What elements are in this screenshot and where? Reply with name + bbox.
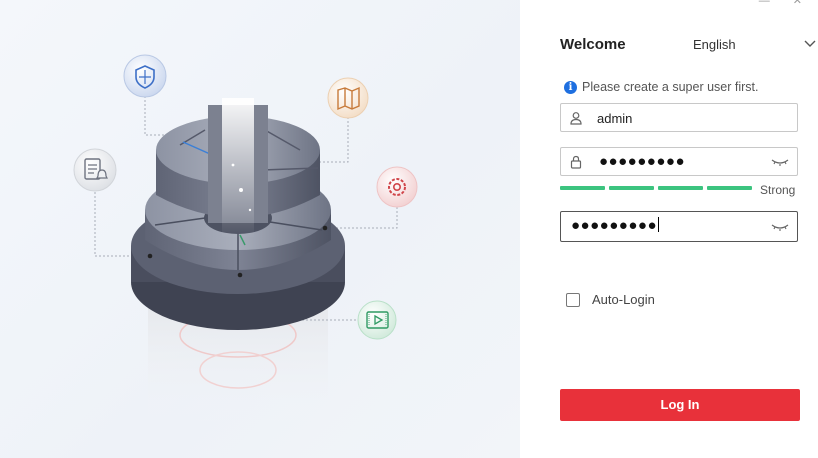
username-field[interactable]: admin bbox=[560, 103, 798, 132]
spark bbox=[231, 163, 235, 167]
language-select[interactable]: English bbox=[693, 37, 736, 52]
password-strength-meter bbox=[560, 186, 752, 190]
spark bbox=[248, 208, 252, 212]
welcome-title: Welcome bbox=[560, 36, 626, 53]
info-icon: i bbox=[564, 80, 577, 94]
document-bell-icon bbox=[73, 148, 117, 192]
hidden-eye-icon[interactable] bbox=[771, 221, 789, 233]
lock-icon bbox=[570, 155, 582, 169]
confirm-password-field[interactable]: ●●●●●●●●● bbox=[560, 211, 798, 242]
user-icon bbox=[570, 112, 582, 125]
node-dot bbox=[147, 253, 153, 259]
window-controls[interactable]: — ✕ bbox=[759, 0, 812, 7]
login-button[interactable]: Log In bbox=[560, 389, 800, 421]
hub-illustration bbox=[73, 54, 418, 425]
auto-login-checkbox[interactable] bbox=[566, 292, 580, 307]
strength-segment bbox=[560, 186, 605, 190]
text-caret bbox=[658, 217, 660, 232]
video-icon bbox=[357, 300, 397, 340]
strength-segment bbox=[658, 186, 703, 190]
node-dot bbox=[322, 225, 328, 231]
info-hint: i Please create a super user first. bbox=[564, 80, 758, 94]
password-field[interactable]: ●●●●●●●●● bbox=[560, 147, 798, 176]
strength-label: Strong bbox=[760, 183, 796, 197]
spark bbox=[239, 188, 243, 192]
password-mask: ●●●●●●●●● bbox=[599, 153, 686, 170]
auto-login-row[interactable]: Auto-Login bbox=[566, 292, 655, 307]
gear-icon bbox=[376, 166, 418, 208]
shield-icon bbox=[123, 54, 167, 98]
auto-login-label: Auto-Login bbox=[592, 292, 655, 307]
light-beam bbox=[222, 98, 254, 238]
login-panel: — ✕ Welcome English i Please create a su… bbox=[520, 0, 818, 458]
hint-text: Please create a super user first. bbox=[582, 80, 759, 94]
node-dot bbox=[237, 272, 243, 278]
username-value: admin bbox=[597, 111, 633, 126]
strength-segment bbox=[609, 186, 654, 190]
strength-segment bbox=[707, 186, 752, 190]
hidden-eye-icon[interactable] bbox=[771, 156, 789, 168]
chevron-down-icon[interactable] bbox=[803, 37, 817, 51]
map-icon bbox=[327, 77, 369, 119]
illustration-panel bbox=[0, 0, 520, 458]
confirm-password-mask: ●●●●●●●●● bbox=[571, 217, 660, 234]
